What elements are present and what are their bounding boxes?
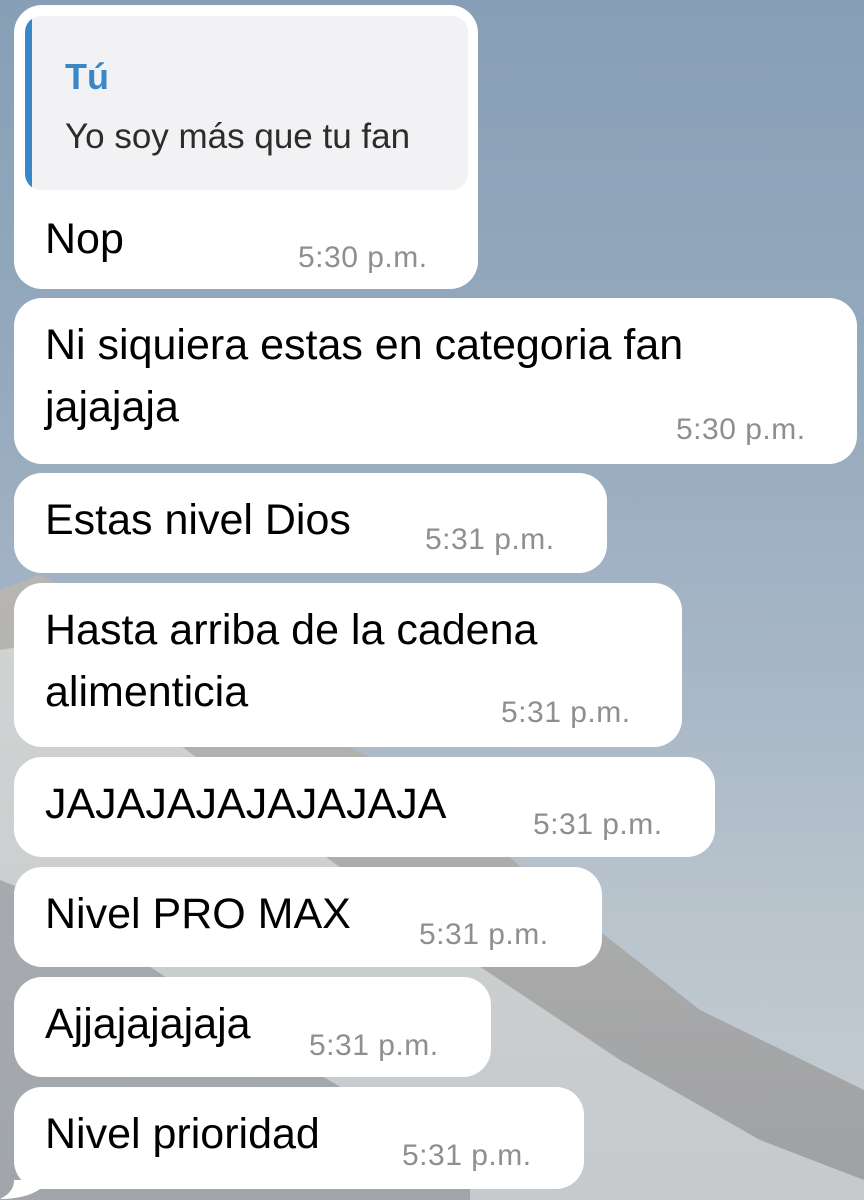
message-line: Hasta arriba de la cadena [45, 606, 538, 654]
message-line: Nivel PRO MAX [45, 890, 351, 938]
message-line: JAJAJAJAJAJAJAJA [45, 780, 447, 828]
bubble-tail [0, 1180, 40, 1199]
message-line: Nivel prioridad [45, 1110, 320, 1158]
message-line: alimenticia [45, 668, 249, 716]
message-line: Nop [45, 215, 124, 263]
message-text: Ajjajajajaja [45, 993, 251, 1055]
reply-quoted-text: Yo soy más que tu fan [65, 117, 411, 156]
message-list[interactable]: Tú Yo soy más que tu fan Nop 5:30 p.m. N… [0, 0, 864, 1200]
message-text: Hasta arriba de la cadena alimenticia [45, 599, 537, 723]
message-timestamp: 5:31 p.m. [402, 1139, 532, 1172]
message-text: Nivel PRO MAX [45, 883, 351, 945]
message-timestamp: 5:30 p.m. [676, 413, 806, 446]
reply-quote[interactable]: Tú Yo soy más que tu fan [25, 16, 468, 190]
message-text: JAJAJAJAJAJAJAJA [45, 773, 446, 835]
message-line: Ajjajajajaja [45, 1000, 251, 1048]
message-bubble[interactable]: Nivel prioridad 5:31 p.m. [14, 1087, 584, 1189]
message-timestamp: 5:31 p.m. [533, 808, 663, 841]
message-timestamp: 5:31 p.m. [425, 523, 555, 556]
message-timestamp: 5:31 p.m. [309, 1029, 439, 1062]
message-text: Nivel prioridad [45, 1103, 320, 1165]
message-text: Ni siquiera estas en categoria fan jajaj… [45, 314, 683, 438]
message-timestamp: 5:30 p.m. [298, 241, 428, 274]
message-text: Estas nivel Dios [45, 489, 351, 551]
message-bubble-reply[interactable]: Tú Yo soy más que tu fan Nop 5:30 p.m. [14, 5, 478, 289]
reply-accent-bar [25, 16, 32, 190]
message-timestamp: 5:31 p.m. [501, 696, 631, 729]
message-bubble[interactable]: JAJAJAJAJAJAJAJA 5:31 p.m. [14, 757, 715, 857]
reply-author: Tú [65, 56, 109, 97]
message-line: Ni siquiera estas en categoria fan [45, 321, 684, 369]
message-line: Estas nivel Dios [45, 496, 351, 544]
message-bubble[interactable]: Ajjajajajaja 5:31 p.m. [14, 977, 491, 1077]
message-bubble[interactable]: Hasta arriba de la cadena alimenticia 5:… [14, 583, 682, 747]
message-timestamp: 5:31 p.m. [419, 918, 549, 951]
message-bubble[interactable]: Ni siquiera estas en categoria fan jajaj… [14, 298, 857, 464]
message-text: Nop [45, 208, 124, 270]
message-bubble[interactable]: Nivel PRO MAX 5:31 p.m. [14, 867, 602, 967]
message-line: jajajaja [45, 383, 179, 431]
message-bubble[interactable]: Estas nivel Dios 5:31 p.m. [14, 473, 607, 573]
